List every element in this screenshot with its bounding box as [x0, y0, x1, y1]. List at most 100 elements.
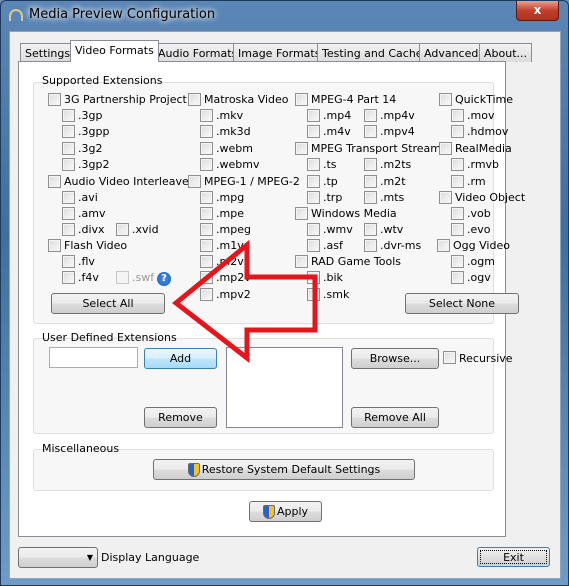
browse-button[interactable]: Browse...: [351, 348, 439, 369]
label-mts: .mts: [380, 191, 405, 204]
tab-testing-cache[interactable]: Testing and Cache: [317, 43, 428, 62]
label-3gp: .3gp: [78, 109, 103, 122]
checkbox-mk3d[interactable]: [200, 125, 213, 138]
add-button[interactable]: Add: [144, 348, 217, 369]
tab-audio-formats[interactable]: Audio Formats: [153, 43, 243, 62]
checkbox-rm[interactable]: [451, 175, 464, 188]
checkbox-mpg[interactable]: [200, 191, 213, 204]
label-ogg-video: Ogg Video: [453, 239, 510, 252]
label-divx: .divx: [78, 223, 105, 236]
checkbox-video-object[interactable]: [439, 191, 452, 204]
checkbox-amv[interactable]: [62, 207, 75, 220]
checkbox-m2v[interactable]: [200, 255, 213, 268]
close-button[interactable]: x: [516, 1, 559, 21]
checkbox-f4v[interactable]: [62, 271, 75, 284]
checkbox-matroska-video[interactable]: [188, 93, 201, 106]
tab-image-formats[interactable]: Image Formats: [233, 43, 326, 62]
checkbox-dvr-ms[interactable]: [364, 239, 377, 252]
checkbox-realmedia[interactable]: [439, 142, 452, 155]
restore-defaults-button[interactable]: Restore System Default Settings: [153, 459, 415, 480]
checkbox-flash-video[interactable]: [48, 239, 61, 252]
remove-button[interactable]: Remove: [144, 407, 217, 428]
select-all-button[interactable]: Select All: [51, 293, 165, 314]
label-mkv: .mkv: [216, 109, 244, 122]
exit-button[interactable]: Exit: [477, 547, 550, 567]
checkbox-mov[interactable]: [451, 109, 464, 122]
checkbox-3g2[interactable]: [62, 142, 75, 155]
checkbox-quicktime[interactable]: [439, 93, 452, 106]
checkbox-3gpp[interactable]: [62, 125, 75, 138]
label-windows-media: Windows Media: [311, 207, 397, 220]
tab-advanced[interactable]: Advanced: [419, 43, 484, 62]
checkbox-vob[interactable]: [451, 207, 464, 220]
apply-button[interactable]: Apply: [249, 501, 322, 522]
apply-label: Apply: [276, 505, 309, 518]
checkbox-mpeg-1-mpeg-2[interactable]: [188, 175, 201, 188]
checkbox-wtv[interactable]: [364, 223, 377, 236]
recursive-checkbox[interactable]: [443, 351, 456, 364]
checkbox-mp4v[interactable]: [364, 109, 377, 122]
extensions-listbox[interactable]: [226, 347, 343, 428]
select-none-button[interactable]: Select None: [405, 293, 519, 314]
checkbox-webm[interactable]: [200, 142, 213, 155]
checkbox-mp4[interactable]: [307, 109, 320, 122]
checkbox-m2ts[interactable]: [364, 158, 377, 171]
extension-input[interactable]: [49, 347, 138, 368]
checkbox-mpv2[interactable]: [200, 288, 213, 301]
tab-about[interactable]: About...: [479, 43, 533, 62]
label-flash-video: Flash Video: [64, 239, 128, 252]
label-3g2: .3g2: [78, 142, 103, 155]
checkbox-tp[interactable]: [307, 175, 320, 188]
checkbox-windows-media[interactable]: [295, 207, 308, 220]
label-dvr-ms: .dvr-ms: [380, 239, 422, 252]
checkbox-divx[interactable]: [62, 223, 75, 236]
checkbox-3g-partnership-project[interactable]: [48, 93, 61, 106]
checkbox-audio-video-interleaved[interactable]: [48, 175, 61, 188]
checkbox-3gp2[interactable]: [62, 158, 75, 171]
label-mpg: .mpg: [216, 191, 245, 204]
checkbox-ogg-video[interactable]: [437, 239, 450, 252]
checkbox-m4v[interactable]: [307, 125, 320, 138]
checkbox-evo[interactable]: [451, 223, 464, 236]
uac-shield-icon: [187, 462, 200, 477]
label-matroska-video: Matroska Video: [204, 93, 289, 106]
checkbox-flv[interactable]: [62, 255, 75, 268]
tab-settings[interactable]: Settings: [20, 43, 76, 62]
checkbox-mkv[interactable]: [200, 109, 213, 122]
checkbox-ogm[interactable]: [451, 255, 464, 268]
label-trp: .trp: [323, 191, 343, 204]
checkbox-asf[interactable]: [307, 239, 320, 252]
checkbox-mpeg-transport-stream[interactable]: [295, 142, 308, 155]
checkbox-m1v[interactable]: [200, 239, 213, 252]
language-dropdown[interactable]: ▼: [18, 547, 98, 568]
checkbox-ts[interactable]: [307, 158, 320, 171]
checkbox-ogv[interactable]: [451, 271, 464, 284]
label-asf: .asf: [323, 239, 343, 252]
checkbox-rad-game-tools[interactable]: [295, 255, 308, 268]
checkbox-mpeg-4-part-14[interactable]: [295, 93, 308, 106]
checkbox-mp2v[interactable]: [200, 271, 213, 284]
checkbox-mts[interactable]: [364, 191, 377, 204]
checkbox-wmv[interactable]: [307, 223, 320, 236]
label-avi: .avi: [78, 191, 98, 204]
checkbox-mpeg[interactable]: [200, 223, 213, 236]
checkbox-smk[interactable]: [307, 288, 320, 301]
checkbox-xvid[interactable]: [116, 223, 129, 236]
checkbox-mpv4[interactable]: [364, 125, 377, 138]
label-m2ts: .m2ts: [380, 158, 412, 171]
checkbox-trp[interactable]: [307, 191, 320, 204]
checkbox-webmv[interactable]: [200, 158, 213, 171]
checkbox-bik[interactable]: [307, 271, 320, 284]
label-amv: .amv: [78, 207, 106, 220]
remove-all-button[interactable]: Remove All: [351, 407, 439, 428]
help-icon[interactable]: ?: [157, 272, 171, 286]
checkbox-rmvb[interactable]: [451, 158, 464, 171]
tab-video-formats[interactable]: Video Formats: [70, 40, 159, 62]
checkbox-hdmov[interactable]: [451, 125, 464, 138]
checkbox-avi[interactable]: [62, 191, 75, 204]
user-defined-title: User Defined Extensions: [42, 331, 177, 344]
checkbox-m2t[interactable]: [364, 175, 377, 188]
label-mpeg-4-part-14: MPEG-4 Part 14: [311, 93, 397, 106]
checkbox-mpe[interactable]: [200, 207, 213, 220]
checkbox-3gp[interactable]: [62, 109, 75, 122]
